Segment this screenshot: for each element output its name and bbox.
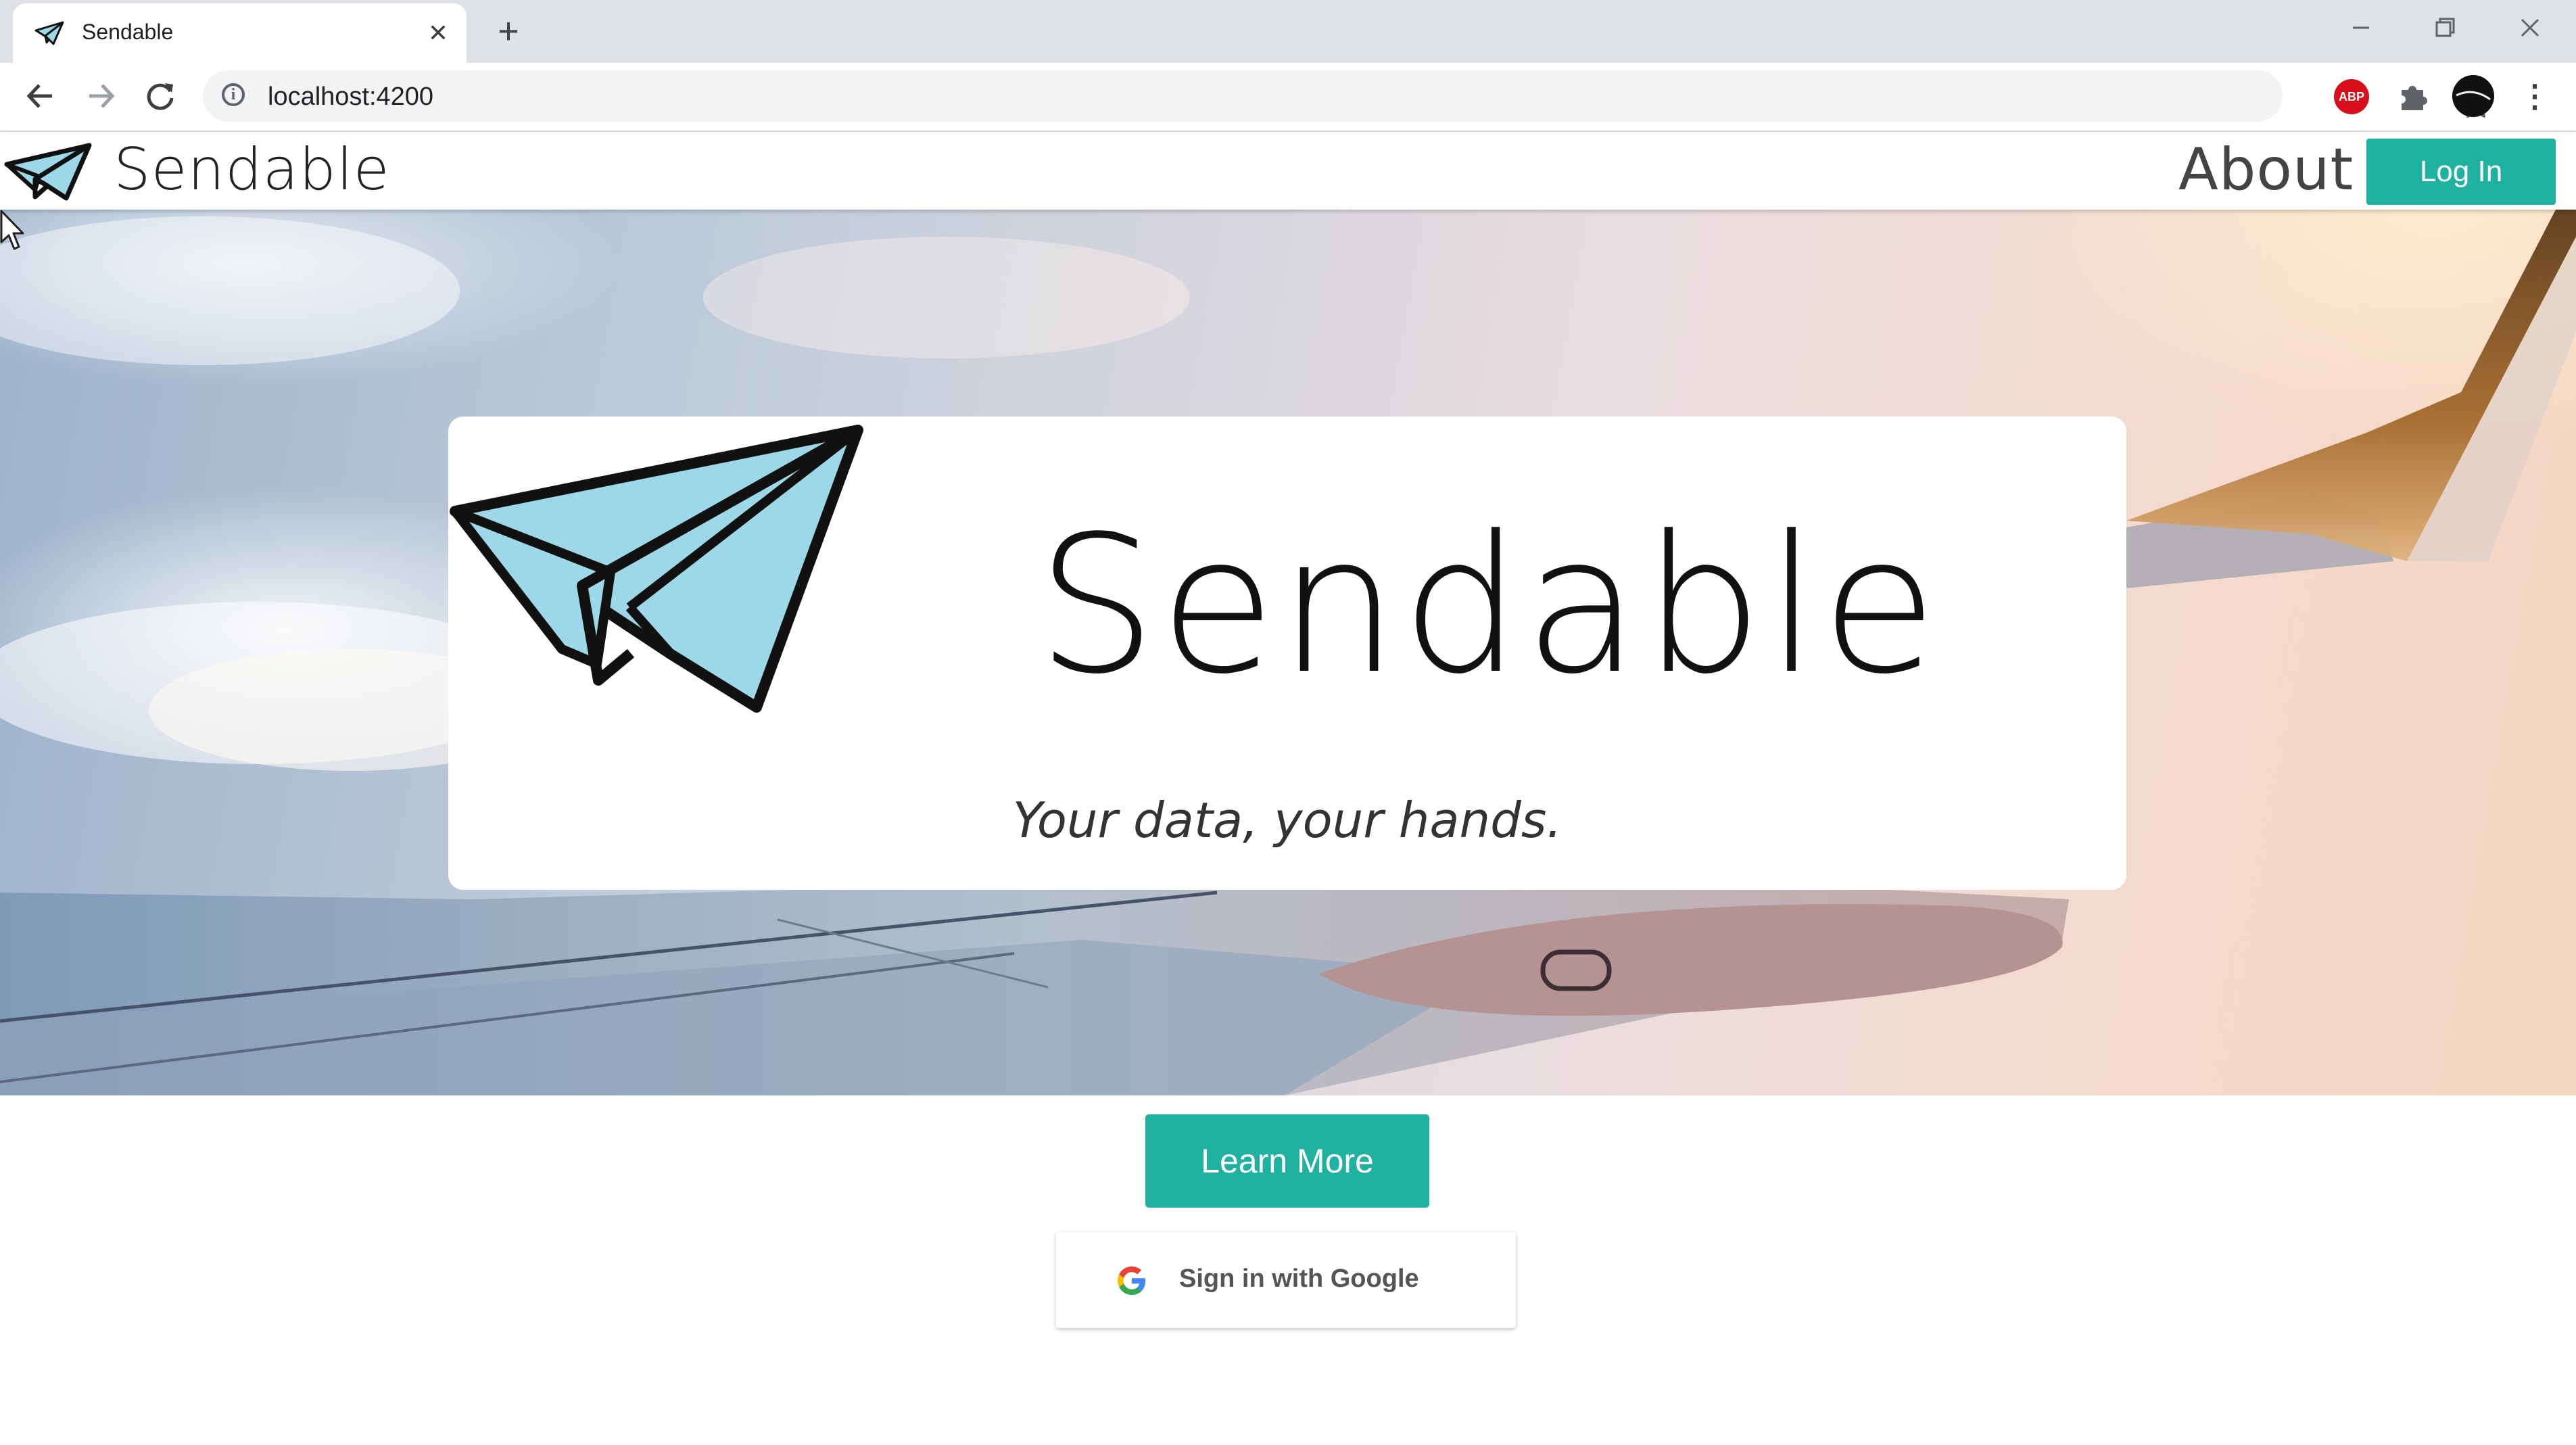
back-arrow-icon [26,84,52,108]
mouse-cursor-icon [0,210,24,250]
hero-title: Sendable [1036,496,1940,716]
profile-avatar-icon [2452,75,2494,117]
google-signin-button[interactable]: Sign in with Google [1056,1232,1516,1328]
browser-tabstrip: Sendable ✕ + [0,0,2576,63]
brand-name[interactable]: Sendable [114,136,390,204]
hero-card: Sendable Your data, your hands. [448,417,2126,890]
close-window-button[interactable] [2510,11,2550,45]
paper-plane-logo-icon[interactable] [4,141,92,202]
address-bar[interactable]: i localhost:4200 [203,70,2491,122]
minimize-window-button[interactable] [2341,11,2381,45]
close-tab-icon[interactable]: ✕ [425,20,452,47]
url-text[interactable]: localhost:4200 [268,82,433,112]
menu-icon[interactable]: ⋮ [2519,76,2550,116]
info-icon[interactable]: i [222,83,245,106]
browser-toolbar: i localhost:4200 ABP ⋮ [0,63,2576,132]
close-icon [2521,18,2539,37]
adblock-plus-icon[interactable]: ABP [2334,79,2369,114]
profile-avatar[interactable] [2452,75,2494,117]
forward-button[interactable] [81,76,120,116]
google-g-icon [1118,1266,1145,1295]
site-navbar: Sendable About Log In [0,132,2576,210]
puzzle-piece-icon [2402,86,2427,110]
new-tab-button[interactable]: + [491,13,526,49]
paper-plane-logo-icon [450,425,863,713]
learn-more-button[interactable]: Learn More [1145,1114,1429,1208]
login-button[interactable]: Log In [2366,139,2556,205]
paper-plane-favicon-icon [34,21,64,45]
forward-arrow-icon [89,84,115,108]
back-button[interactable] [21,76,60,116]
reload-button[interactable] [141,76,180,116]
reload-icon [147,83,174,110]
restore-icon [2435,18,2455,37]
restore-window-button[interactable] [2423,11,2464,45]
extensions-icon[interactable] [2393,78,2431,116]
minimize-icon [2353,26,2369,29]
hero-tagline: Your data, your hands. [1012,792,1563,849]
browser-tab[interactable]: Sendable ✕ [13,3,467,63]
hero-banner: Sendable Your data, your hands. [0,210,2576,1095]
google-signin-label: Sign in with Google [1179,1264,1419,1293]
tab-title: Sendable [82,20,174,44]
about-link[interactable]: About [2178,136,2354,204]
